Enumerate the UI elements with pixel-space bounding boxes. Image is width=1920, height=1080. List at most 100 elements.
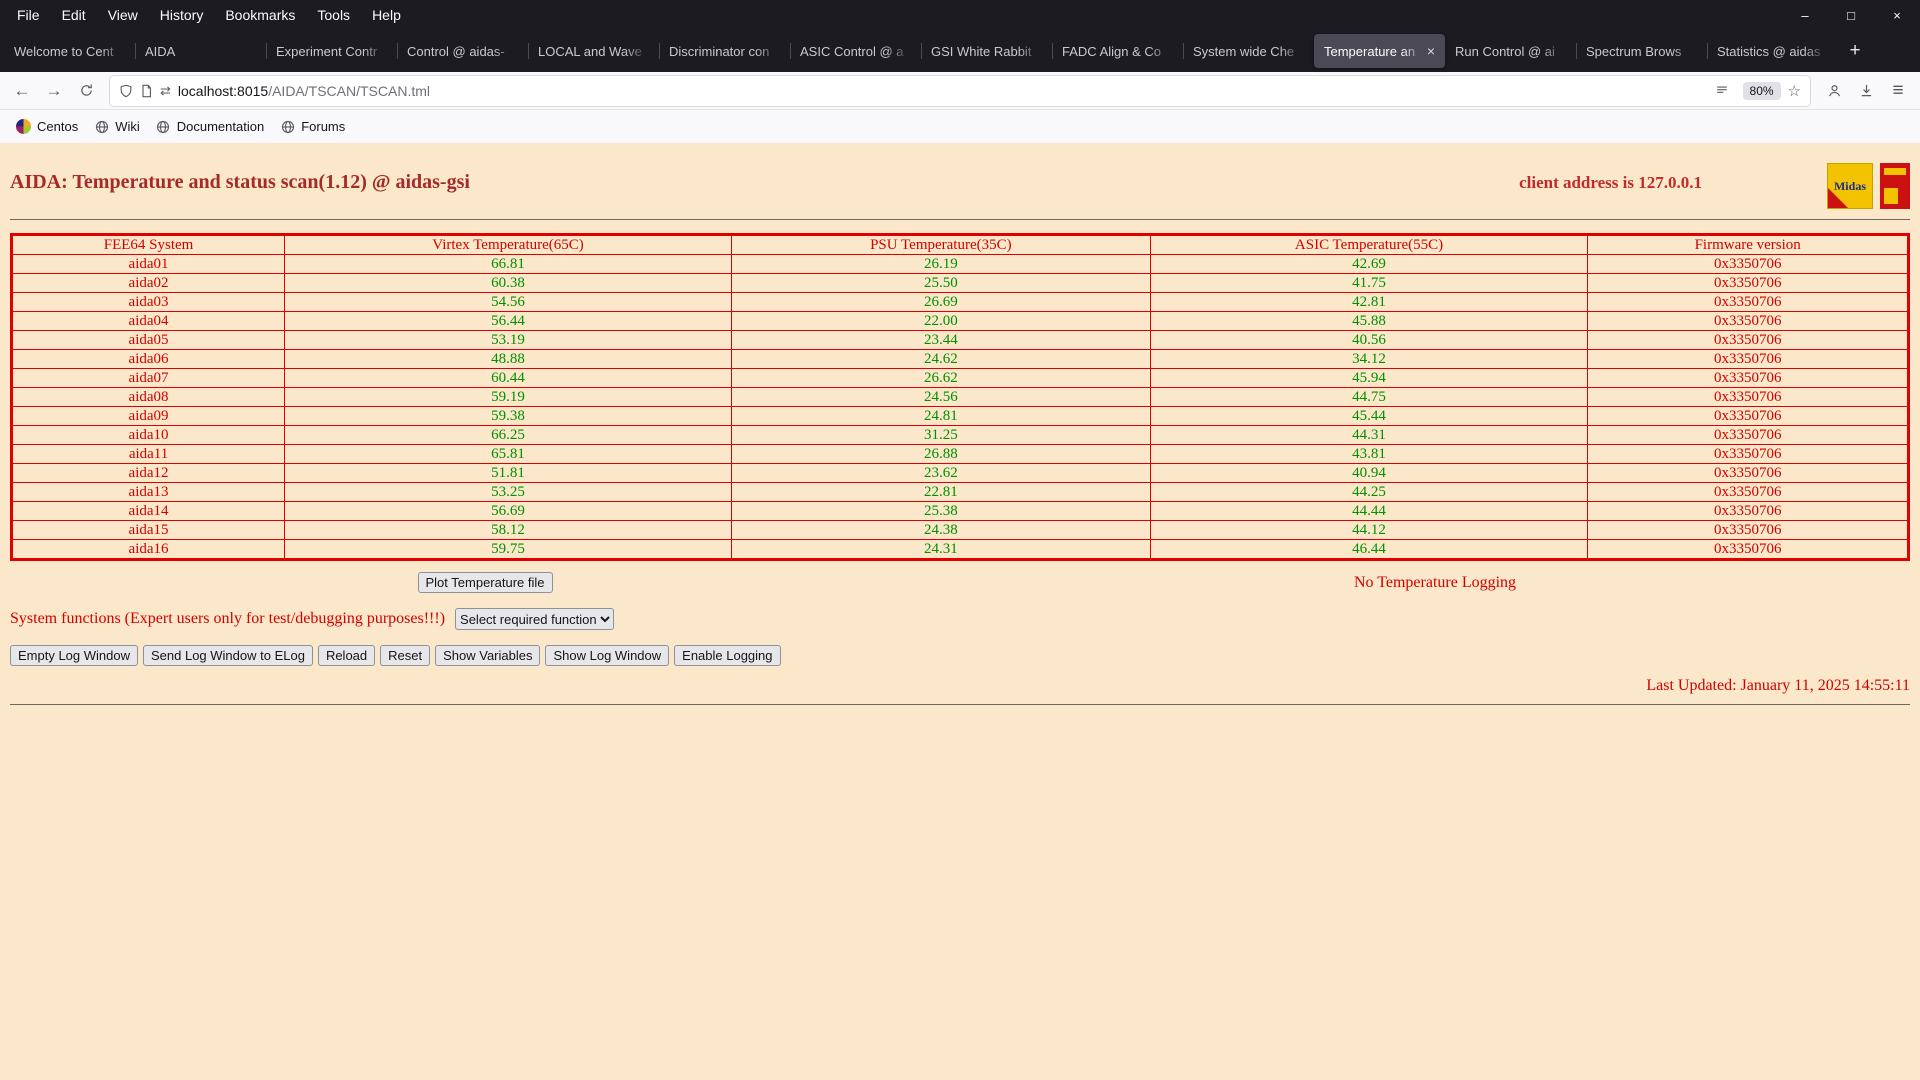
navigation-toolbar: ← → ⇄ localhost:8015/AIDA/TSCAN/TSCAN.tm… (0, 72, 1920, 110)
zoom-level-badge[interactable]: 80% (1742, 81, 1781, 100)
tab-run-control-ai[interactable]: Run Control @ ai (1445, 34, 1576, 68)
last-updated-text: Last Updated: January 11, 2025 14:55:11 (1646, 677, 1910, 694)
table-row: aida09 59.38 24.81 45.44 0x3350706 (10, 406, 1909, 426)
firmware-version: 0x3350706 (1587, 482, 1909, 502)
asic-temp: 45.44 (1149, 406, 1589, 426)
empty-log-window-button[interactable]: Empty Log Window (10, 645, 138, 666)
tab-welcome-to-cent[interactable]: Welcome to Cent (4, 34, 135, 68)
menu-view[interactable]: View (97, 0, 149, 30)
account-icon[interactable] (1818, 76, 1850, 106)
bookmark-centos[interactable]: Centos (8, 115, 86, 138)
tab-aida[interactable]: AIDA (135, 34, 266, 68)
table-row: aida13 53.25 22.81 44.25 0x3350706 (10, 482, 1909, 502)
globe-icon (280, 119, 295, 134)
gsi-logo[interactable] (1880, 163, 1910, 209)
downloads-icon[interactable] (1850, 76, 1882, 106)
close-icon[interactable]: × (1874, 0, 1920, 30)
forward-icon[interactable]: → (38, 76, 70, 106)
psu-temp: 24.62 (731, 349, 1151, 369)
asic-temp: 45.94 (1149, 368, 1589, 388)
show-log-window-button[interactable]: Show Log Window (545, 645, 670, 666)
tab-gsi-white-rabbit[interactable]: GSI White Rabbit (921, 34, 1052, 68)
tab-fadc-align-co[interactable]: FADC Align & Co (1052, 34, 1183, 68)
bookmark-star-icon[interactable]: ☆ (1788, 82, 1801, 100)
plot-temperature-file-button[interactable]: Plot Temperature file (417, 572, 553, 593)
header-divider (10, 219, 1910, 220)
tab-label: LOCAL and Wave (538, 43, 642, 59)
fee64-name: aida02 (10, 273, 286, 293)
url-bar[interactable]: ⇄ localhost:8015/AIDA/TSCAN/TSCAN.tml 80… (110, 75, 1810, 106)
system-functions-label: System functions (Expert users only for … (10, 610, 446, 627)
table-row: aida16 59.75 24.31 46.44 0x3350706 (10, 539, 1909, 560)
url-text[interactable]: localhost:8015/AIDA/TSCAN/TSCAN.tml (178, 83, 1715, 99)
bookmark-forums[interactable]: Forums (272, 115, 353, 138)
send-log-window-to-elog-button[interactable]: Send Log Window to ELog (143, 645, 313, 666)
table-row: aida04 56.44 22.00 45.88 0x3350706 (10, 311, 1909, 331)
menu-tools[interactable]: Tools (306, 0, 361, 30)
reload-icon[interactable] (70, 76, 102, 106)
firmware-version: 0x3350706 (1587, 368, 1909, 388)
fee64-name: aida15 (10, 520, 286, 540)
table-row: aida07 60.44 26.62 45.94 0x3350706 (10, 368, 1909, 388)
reader-mode-icon[interactable] (1715, 84, 1729, 98)
menu-bookmarks[interactable]: Bookmarks (214, 0, 306, 30)
asic-temp: 46.44 (1149, 539, 1589, 560)
firmware-version: 0x3350706 (1587, 406, 1909, 426)
firmware-version: 0x3350706 (1587, 425, 1909, 445)
plot-button-cell: Plot Temperature file (10, 572, 960, 593)
tab-label: Run Control @ ai (1455, 43, 1555, 59)
midas-logo[interactable]: Midas (1827, 163, 1873, 209)
menu-edit[interactable]: Edit (51, 0, 97, 30)
tab-system-wide-che[interactable]: System wide Che (1183, 34, 1314, 68)
bookmarks-bar: Centos Wiki Documentation Forums (0, 110, 1920, 143)
connection-icon[interactable]: ⇄ (160, 83, 171, 99)
column-header-psu-temperature-35c: PSU Temperature(35C) (731, 234, 1151, 255)
bookmark-documentation[interactable]: Documentation (148, 115, 272, 138)
maximize-icon[interactable]: □ (1828, 0, 1874, 30)
enable-logging-button[interactable]: Enable Logging (674, 645, 781, 666)
tab-statistics-aidas[interactable]: Statistics @ aidas (1707, 34, 1838, 68)
psu-temp: 25.50 (731, 273, 1151, 293)
bookmark-label: Forums (301, 119, 346, 134)
tab-discriminator-con[interactable]: Discriminator con (659, 34, 790, 68)
asic-temp: 44.31 (1149, 425, 1589, 445)
menu-history[interactable]: History (149, 0, 215, 30)
asic-temp: 40.94 (1149, 463, 1589, 483)
page-info-icon[interactable] (140, 84, 153, 98)
asic-temp: 44.75 (1149, 387, 1589, 407)
menu-help[interactable]: Help (361, 0, 412, 30)
tab-spectrum-brows[interactable]: Spectrum Brows (1576, 34, 1707, 68)
show-variables-button[interactable]: Show Variables (435, 645, 541, 666)
tab-close-icon[interactable]: × (1427, 43, 1435, 59)
tab-experiment-contr[interactable]: Experiment Contr (266, 34, 397, 68)
globe-icon (156, 119, 171, 134)
system-functions-row: System functions (Expert users only for … (10, 608, 1910, 630)
url-path: /AIDA/TSCAN/TSCAN.tml (268, 82, 430, 99)
psu-temp: 22.81 (731, 482, 1151, 502)
psu-temp: 24.38 (731, 520, 1151, 540)
function-select[interactable]: Select required function (455, 608, 615, 630)
virtex-temp: 59.38 (284, 406, 733, 426)
back-icon[interactable]: ← (6, 76, 38, 106)
reset-button[interactable]: Reset (380, 645, 431, 666)
shield-icon[interactable] (119, 84, 133, 98)
virtex-temp: 48.88 (284, 349, 733, 369)
tab-control-aidas[interactable]: Control @ aidas- (397, 34, 528, 68)
bookmark-wiki[interactable]: Wiki (86, 115, 148, 138)
menu-icon[interactable]: ≡ (1882, 76, 1914, 106)
virtex-temp: 66.25 (284, 425, 733, 445)
minimize-icon[interactable]: – (1782, 0, 1828, 30)
tab-temperature-an[interactable]: Temperature an × (1314, 34, 1445, 68)
menu-file[interactable]: File (6, 0, 51, 30)
fee64-name: aida09 (10, 406, 286, 426)
firmware-version: 0x3350706 (1587, 349, 1909, 369)
page-content: AIDA: Temperature and status scan(1.12) … (0, 143, 1920, 1080)
tab-local-and-wave[interactable]: LOCAL and Wave (528, 34, 659, 68)
new-tab-button[interactable]: + (1838, 34, 1872, 68)
reload-button[interactable]: Reload (317, 645, 376, 666)
tab-label: AIDA (145, 43, 176, 59)
footer-divider (10, 704, 1910, 705)
psu-temp: 24.81 (731, 406, 1151, 426)
tab-asic-control-a[interactable]: ASIC Control @ a (790, 34, 921, 68)
logging-status-cell: No Temperature Logging (960, 574, 1910, 592)
